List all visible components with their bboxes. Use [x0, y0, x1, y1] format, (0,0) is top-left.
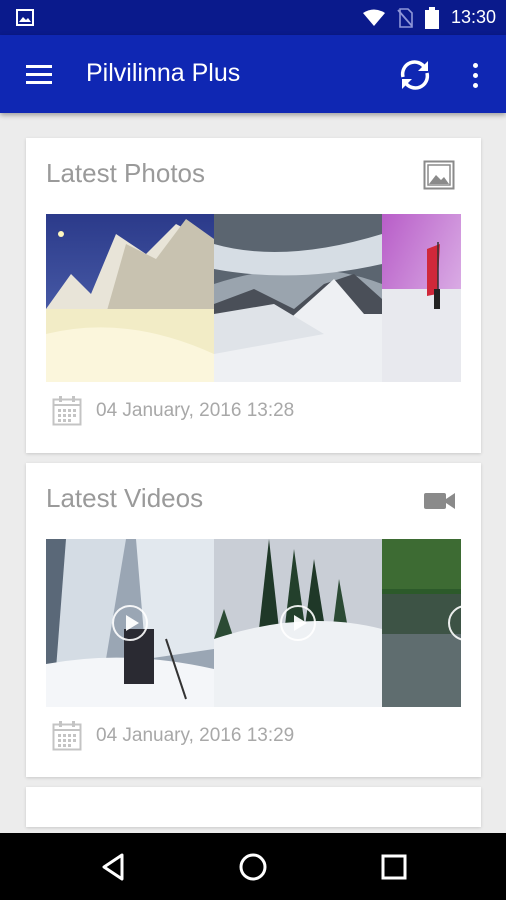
- videos-thumbnail-strip: [46, 539, 461, 707]
- wifi-icon: [362, 9, 385, 26]
- latest-videos-title: Latest Videos: [46, 483, 204, 513]
- recents-icon[interactable]: [376, 849, 412, 885]
- play-icon[interactable]: [112, 605, 148, 641]
- menu-button[interactable]: [18, 55, 62, 93]
- back-icon[interactable]: [96, 849, 132, 885]
- photos-thumbnail-strip: [46, 214, 461, 382]
- app-bar: Pilvilinna Plus: [0, 35, 506, 113]
- status-time: 13:30: [450, 7, 496, 27]
- image-icon: [16, 9, 34, 26]
- battery-icon: [424, 6, 439, 29]
- videos-date-row: 04 January, 2016 13:29: [52, 721, 294, 751]
- more-vert-icon: [472, 62, 478, 68]
- navigation-bar: [0, 833, 506, 900]
- photo-thumbnail[interactable]: [382, 214, 461, 382]
- latest-videos-card[interactable]: Latest Videos 04 January, 2016 13:29: [26, 463, 481, 777]
- photos-date-row: 04 January, 2016 13:28: [52, 396, 294, 426]
- calendar-icon: [52, 396, 82, 426]
- app-title: Pilvilinna Plus: [86, 59, 241, 87]
- next-card-partial[interactable]: [26, 787, 481, 827]
- play-icon[interactable]: [280, 605, 316, 641]
- refresh-icon[interactable]: [395, 55, 435, 95]
- calendar-icon: [52, 721, 82, 751]
- no-sim-icon: [397, 7, 413, 28]
- video-thumbnail[interactable]: [214, 539, 382, 707]
- photo-icon[interactable]: [423, 160, 455, 190]
- videos-date: 04 January, 2016 13:29: [96, 725, 295, 746]
- home-icon[interactable]: [235, 849, 271, 885]
- photos-date: 04 January, 2016 13:28: [96, 400, 295, 421]
- latest-photos-card[interactable]: Latest Photos 04 January, 2016 13:28: [26, 138, 481, 453]
- photo-thumbnail[interactable]: [46, 214, 214, 382]
- more-options-button[interactable]: [460, 57, 490, 93]
- video-thumbnail[interactable]: [46, 539, 214, 707]
- status-bar: 13:30: [0, 0, 506, 35]
- videocam-icon[interactable]: [424, 491, 456, 511]
- photo-thumbnail[interactable]: [214, 214, 382, 382]
- menu-icon: [26, 64, 52, 68]
- video-thumbnail[interactable]: [382, 539, 461, 707]
- latest-photos-title: Latest Photos: [46, 158, 205, 188]
